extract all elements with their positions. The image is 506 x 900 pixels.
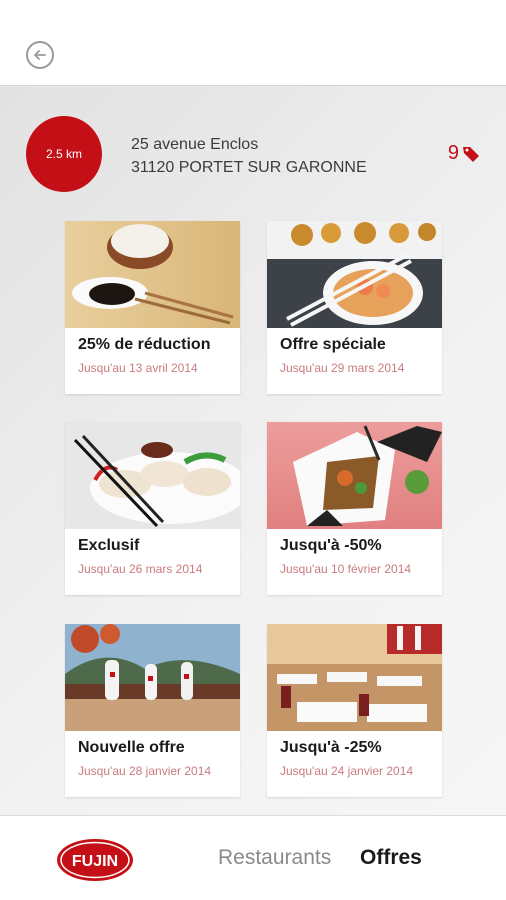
distance-label: 2.5 km xyxy=(45,147,82,161)
offer-expiry: Jusqu'au 13 avril 2014 xyxy=(78,361,198,375)
fujin-logo[interactable]: FUJIN xyxy=(56,838,134,882)
restaurant-table-mural-photo xyxy=(65,624,240,731)
offer-title: Offre spéciale xyxy=(280,336,386,353)
logo-text: FUJIN xyxy=(72,853,118,870)
address-line-1: 25 avenue Enclos xyxy=(131,136,259,153)
offer-card[interactable]: Jusqu'à -25% Jusqu'au 24 janvier 2014 xyxy=(267,624,442,797)
offer-title: Exclusif xyxy=(78,537,140,554)
offer-title: 25% de réduction xyxy=(78,336,211,353)
offer-expiry: Jusqu'au 10 février 2014 xyxy=(280,562,412,576)
offer-expiry: Jusqu'au 24 janvier 2014 xyxy=(280,764,414,778)
tab-offres[interactable]: Offres xyxy=(360,846,422,870)
address-line-2: 31120 PORTET SUR GARONNE xyxy=(131,159,367,176)
back-button[interactable] xyxy=(26,41,54,69)
offers-count-badge: 9 xyxy=(448,142,480,165)
offers-page: 2.5 km 25 avenue Enclos 31120 PORTET SUR… xyxy=(0,87,506,815)
offer-title: Jusqu'à -25% xyxy=(280,739,382,756)
offers-count-value: 9 xyxy=(447,142,459,164)
tag-icon xyxy=(463,146,479,162)
bottom-nav: FUJIN Restaurants Offres xyxy=(0,815,506,900)
offer-card[interactable]: Exclusif Jusqu'au 26 mars 2014 xyxy=(65,422,240,595)
offer-expiry: Jusqu'au 26 mars 2014 xyxy=(78,562,203,576)
offer-card[interactable]: 25% de réduction Jusqu'au 13 avril 2014 xyxy=(65,221,240,394)
tab-restaurants[interactable]: Restaurants xyxy=(218,846,331,870)
distance-badge: 2.5 km xyxy=(26,116,102,192)
offer-card[interactable]: Nouvelle offre Jusqu'au 28 janvier 2014 xyxy=(65,624,240,797)
spring-rolls-chopsticks-photo xyxy=(65,422,240,529)
offer-expiry: Jusqu'au 28 janvier 2014 xyxy=(78,764,212,778)
restaurant-address: 25 avenue Enclos 31120 PORTET SUR GARONN… xyxy=(131,133,367,179)
restaurant-dining-room-photo xyxy=(267,624,442,731)
top-bar xyxy=(0,0,506,86)
offer-card[interactable]: Jusqu'à -50% Jusqu'au 10 février 2014 xyxy=(267,422,442,595)
takeout-box-noodles-photo xyxy=(267,422,442,529)
arrow-left-icon xyxy=(34,50,46,60)
offer-expiry: Jusqu'au 29 mars 2014 xyxy=(280,361,405,375)
shrimp-soup-dumplings-photo xyxy=(267,221,442,328)
offer-card[interactable]: Offre spéciale Jusqu'au 29 mars 2014 xyxy=(267,221,442,394)
offer-title: Nouvelle offre xyxy=(78,739,185,756)
offer-title: Jusqu'à -50% xyxy=(280,537,382,554)
rice-bowl-soy-sauce-photo xyxy=(65,221,240,328)
